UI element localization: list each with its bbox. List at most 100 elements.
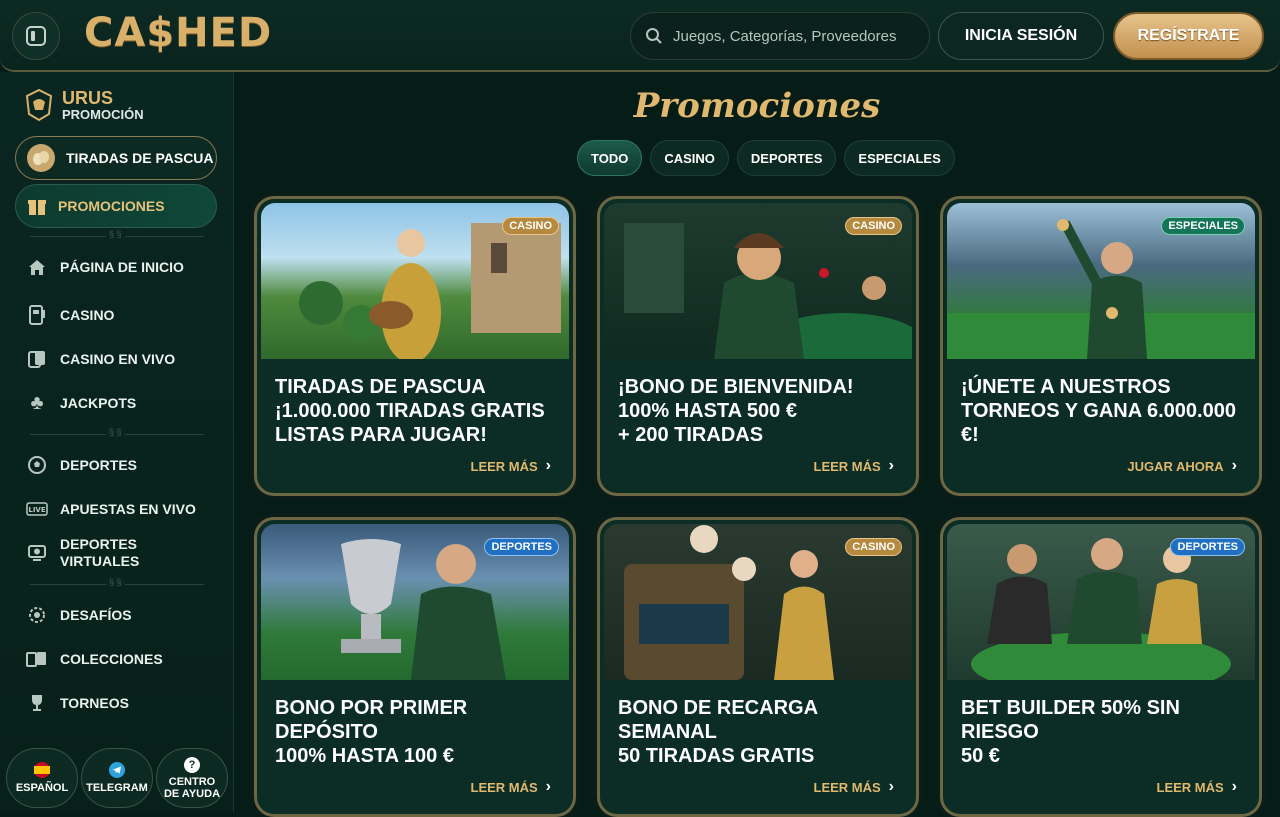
sidebar-item-tournaments[interactable]: TORNEOS bbox=[26, 692, 129, 714]
search-input[interactable] bbox=[673, 27, 913, 45]
category-badge: CASINO bbox=[845, 217, 902, 235]
category-badge: DEPORTES bbox=[1170, 538, 1245, 556]
promo-line: ¡1.000.000 TIRADAS GRATIS bbox=[275, 400, 545, 422]
easter-egg-icon bbox=[27, 144, 55, 172]
promo-card-easter-spins[interactable]: CASINO TIRADAS DE PASCUA ¡1.000.000 TIRA… bbox=[254, 196, 576, 496]
category-badge: CASINO bbox=[502, 217, 559, 235]
read-more-link[interactable]: LEER MÁS › bbox=[1157, 778, 1238, 796]
svg-text:LIVE: LIVE bbox=[28, 506, 45, 514]
chevron-right-icon: › bbox=[1231, 457, 1237, 474]
page-title: Promociones bbox=[633, 86, 881, 126]
promo-card-text: ¡ÚNETE A NUESTROS TORNEOS Y GANA 6.000.0… bbox=[961, 375, 1251, 447]
home-icon bbox=[26, 256, 48, 278]
chevron-right-icon: › bbox=[1231, 778, 1237, 795]
promo-line: TORNEOS Y GANA 6.000.000 bbox=[961, 400, 1236, 422]
link-label: LEER MÁS bbox=[813, 779, 881, 795]
sidebar-item-label: CASINO bbox=[60, 307, 115, 323]
easter-spins-button[interactable]: TIRADAS DE PASCUA bbox=[15, 136, 217, 180]
promo-line: BONO DE RECARGA bbox=[618, 697, 819, 719]
tab-casino[interactable]: CASINO bbox=[650, 140, 729, 176]
help-label-line2: DE AYUDA bbox=[163, 787, 221, 800]
divider bbox=[30, 427, 204, 437]
virtual-sports-icon bbox=[26, 542, 48, 564]
sidebar-item-virtual-sports[interactable]: DEPORTES VIRTUALES bbox=[26, 536, 139, 570]
telegram-button[interactable]: TELEGRAM bbox=[81, 748, 153, 808]
link-label: JUGAR AHORA bbox=[1127, 458, 1224, 474]
language-button[interactable]: ESPAÑOL bbox=[6, 748, 78, 808]
promo-line: 100% HASTA 100 € bbox=[275, 745, 454, 767]
promo-card-text: ¡BONO DE BIENVENIDA! 100% HASTA 500 € + … bbox=[618, 375, 908, 447]
promo-filter-tabs: TODO CASINO DEPORTES ESPECIALES bbox=[577, 140, 955, 176]
sidebar-toggle-icon bbox=[26, 26, 46, 46]
site-logo[interactable]: CA$HED bbox=[84, 10, 272, 56]
sidebar-toggle-button[interactable] bbox=[12, 12, 60, 60]
search-icon bbox=[646, 28, 662, 44]
sidebar: URUS PROMOCIÓN TIRADAS DE PASCUA PROMOCI… bbox=[0, 72, 234, 812]
sidebar-item-label: CASINO EN VIVO bbox=[60, 351, 176, 367]
collection-icon bbox=[26, 648, 48, 670]
promotions-label: PROMOCIONES bbox=[58, 198, 165, 214]
top-header: CA$HED INICIA SESIÓN REGÍSTRATE bbox=[0, 0, 1280, 72]
promo-line: 50 TIRADAS GRATIS bbox=[618, 745, 815, 767]
promo-line: 100% HASTA 500 € bbox=[618, 400, 797, 422]
register-button[interactable]: REGÍSTRATE bbox=[1113, 12, 1264, 60]
promo-line: ¡BONO DE BIENVENIDA! bbox=[618, 376, 854, 398]
trophy-icon bbox=[26, 692, 48, 714]
promo-card-text: BET BUILDER 50% SIN RIESGO 50 € bbox=[961, 696, 1251, 768]
link-label: LEER MÁS bbox=[1156, 779, 1224, 795]
gift-icon bbox=[28, 200, 46, 215]
sidebar-item-casino[interactable]: CASINO bbox=[26, 304, 114, 326]
bull-logo-icon bbox=[25, 88, 53, 122]
soccer-ball-icon bbox=[26, 454, 48, 476]
sidebar-item-label-line2: VIRTUALES bbox=[60, 553, 140, 569]
help-center-button[interactable]: ? CENTRO DE AYUDA bbox=[156, 748, 228, 808]
live-icon: LIVE bbox=[26, 498, 48, 520]
promo-card-welcome-bonus[interactable]: CASINO ¡BONO DE BIENVENIDA! 100% HASTA 5… bbox=[597, 196, 919, 496]
sidebar-item-challenges[interactable]: DESAFÍOS bbox=[26, 604, 132, 626]
link-label: LEER MÁS bbox=[813, 458, 881, 474]
promo-card-bet-builder[interactable]: DEPORTES BET BUILDER 50% SIN RIESGO 50 €… bbox=[940, 517, 1262, 817]
urus-promo-link[interactable]: URUS PROMOCIÓN bbox=[24, 88, 144, 122]
slot-machine-icon bbox=[26, 304, 48, 326]
sidebar-item-live-bets[interactable]: LIVE APUESTAS EN VIVO bbox=[26, 498, 196, 520]
sidebar-item-collections[interactable]: COLECCIONES bbox=[26, 648, 163, 670]
easter-spins-label: TIRADAS DE PASCUA bbox=[66, 150, 214, 166]
challenge-icon bbox=[26, 604, 48, 626]
sidebar-item-home[interactable]: PÁGINA DE INICIO bbox=[26, 256, 184, 278]
promo-card-tournaments[interactable]: ESPECIALES ¡ÚNETE A NUESTROS TORNEOS Y G… bbox=[940, 196, 1262, 496]
login-button[interactable]: INICIA SESIÓN bbox=[938, 12, 1104, 60]
spain-flag-icon bbox=[34, 762, 50, 778]
sidebar-item-live-casino[interactable]: CASINO EN VIVO bbox=[26, 348, 175, 370]
chevron-right-icon: › bbox=[888, 457, 894, 474]
sidebar-item-jackpots[interactable]: ♣ JACKPOTS bbox=[26, 392, 136, 414]
sidebar-item-label: DEPORTES bbox=[60, 536, 138, 552]
promo-line: + 200 TIRADAS bbox=[618, 424, 764, 446]
category-badge: DEPORTES bbox=[484, 538, 559, 556]
sidebar-item-label: COLECCIONES bbox=[60, 651, 163, 667]
chevron-right-icon: › bbox=[545, 778, 551, 795]
main-content: Promociones TODO CASINO DEPORTES ESPECIA… bbox=[234, 72, 1280, 817]
read-more-link[interactable]: LEER MÁS › bbox=[814, 457, 895, 475]
tab-sports[interactable]: DEPORTES bbox=[736, 140, 837, 176]
promo-card-weekly-reload[interactable]: CASINO BONO DE RECARGA SEMANAL 50 TIRADA… bbox=[597, 517, 919, 817]
urus-title: URUS bbox=[62, 87, 114, 108]
telegram-icon bbox=[109, 762, 125, 778]
sidebar-item-label: TORNEOS bbox=[60, 695, 129, 711]
language-label: ESPAÑOL bbox=[15, 782, 69, 794]
play-now-link[interactable]: JUGAR AHORA › bbox=[1127, 457, 1237, 475]
sidebar-item-sports[interactable]: DEPORTES bbox=[26, 454, 137, 476]
promo-line: 50 € bbox=[961, 745, 1000, 767]
tab-specials[interactable]: ESPECIALES bbox=[844, 140, 955, 176]
read-more-link[interactable]: LEER MÁS › bbox=[814, 778, 895, 796]
chevron-right-icon: › bbox=[545, 457, 551, 474]
search-box[interactable] bbox=[630, 12, 930, 60]
promo-card-first-deposit[interactable]: DEPORTES BONO POR PRIMER DEPÓSITO 100% H… bbox=[254, 517, 576, 817]
urus-subtitle: PROMOCIÓN bbox=[62, 106, 144, 122]
sidebar-item-label: DEPORTES bbox=[60, 457, 138, 473]
read-more-link[interactable]: LEER MÁS › bbox=[471, 457, 552, 475]
tab-all[interactable]: TODO bbox=[577, 140, 643, 176]
sidebar-item-label: DESAFÍOS bbox=[60, 607, 132, 623]
promotions-button[interactable]: PROMOCIONES bbox=[15, 184, 217, 228]
read-more-link[interactable]: LEER MÁS › bbox=[471, 778, 552, 796]
sidebar-item-label: JACKPOTS bbox=[60, 395, 137, 411]
